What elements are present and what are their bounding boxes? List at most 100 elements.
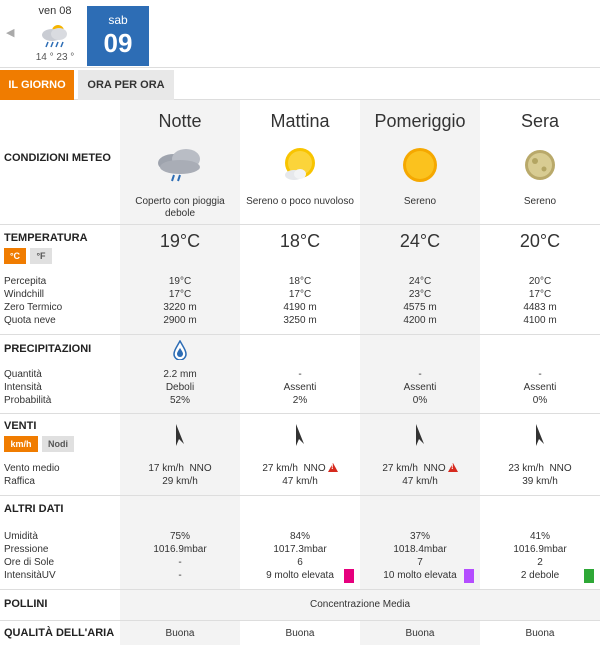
pressure-value: 1016.9mbar bbox=[513, 544, 567, 555]
pressure-value: 1017.3mbar bbox=[273, 544, 327, 555]
uv-value: 10 molto elevata bbox=[383, 570, 457, 581]
period-name: Sera bbox=[520, 111, 560, 131]
wind-avg-cell: 27 km/h NNO bbox=[240, 462, 360, 475]
label-uv: IntensitàUV bbox=[4, 570, 56, 581]
label-gust: Raffica bbox=[4, 476, 35, 487]
wind-avg-value: 27 km/h NNO bbox=[262, 463, 326, 474]
temp-value: 20°C bbox=[519, 231, 561, 251]
label-perceived: Percepita bbox=[4, 276, 47, 287]
unit-kmh-button[interactable]: km/h bbox=[4, 436, 38, 452]
prev-arrow-icon[interactable]: ◀ bbox=[6, 26, 18, 40]
zero-value: 4483 m bbox=[523, 302, 557, 313]
perceived-value: 20°C bbox=[528, 276, 552, 287]
moon-icon bbox=[480, 142, 600, 188]
label-wind-avg: Vento medio bbox=[4, 463, 60, 474]
wind-arrow-icon bbox=[480, 422, 600, 448]
condition-desc: Sereno o poco nuvoloso bbox=[246, 196, 354, 207]
perceived-value: 24°C bbox=[408, 276, 432, 287]
label-intensity: Intensità bbox=[4, 382, 42, 393]
intensity-value: Assenti bbox=[403, 382, 437, 393]
divider bbox=[0, 620, 600, 621]
sun-hours-value: - bbox=[178, 557, 182, 568]
sun-hours-value: 7 bbox=[417, 557, 423, 568]
unit-fahrenheit-button[interactable]: °F bbox=[30, 248, 52, 264]
intensity-value: Assenti bbox=[283, 382, 317, 393]
day-current-number: 09 bbox=[103, 28, 133, 58]
day-prev-label: ven 08 bbox=[38, 5, 72, 17]
sun-hours-value: 2 bbox=[537, 557, 543, 568]
label-qty: Quantità bbox=[4, 369, 42, 380]
zero-value: 4190 m bbox=[283, 302, 317, 313]
label-pollen: POLLINI bbox=[4, 598, 48, 610]
air-quality-value: Buona bbox=[525, 628, 555, 639]
uv-value: 2 debole bbox=[520, 570, 560, 581]
label-windchill: Windchill bbox=[4, 289, 45, 300]
label-sun-hours: Ore di Sole bbox=[4, 557, 55, 568]
wind-avg-value: 27 km/h NNO bbox=[382, 463, 446, 474]
intensity-value: Assenti bbox=[523, 382, 557, 393]
qty-value: - bbox=[538, 369, 542, 380]
snow-value: 2900 m bbox=[163, 315, 197, 326]
air-quality-value: Buona bbox=[285, 628, 315, 639]
label-humidity: Umidità bbox=[4, 531, 38, 542]
label-zero: Zero Termico bbox=[4, 302, 63, 313]
uv-value: - bbox=[178, 570, 182, 581]
intensity-value: Deboli bbox=[165, 382, 195, 393]
sun-hours-value: 6 bbox=[297, 557, 303, 568]
perceived-value: 19°C bbox=[168, 276, 192, 287]
temp-value: 18°C bbox=[279, 231, 321, 251]
label-other: ALTRI DATI bbox=[4, 503, 64, 515]
view-tabs: IL GIORNO ORA PER ORA bbox=[0, 70, 600, 100]
wind-avg-value: 23 km/h NNO bbox=[508, 463, 572, 474]
prob-value: 0% bbox=[532, 395, 548, 406]
day-prev-temps: 14 ° 23 ° bbox=[35, 52, 75, 63]
windchill-value: 17°C bbox=[528, 289, 552, 300]
zero-value: 4575 m bbox=[403, 302, 437, 313]
humidity-value: 84% bbox=[289, 531, 310, 542]
air-quality-value: Buona bbox=[165, 628, 195, 639]
period-name: Notte bbox=[158, 111, 202, 131]
qty-value: - bbox=[418, 369, 422, 380]
uv-value: 9 molto elevata bbox=[266, 570, 334, 581]
rain-cloud-icon bbox=[26, 18, 84, 52]
snow-value: 3250 m bbox=[283, 315, 317, 326]
divider bbox=[0, 413, 600, 414]
humidity-value: 41% bbox=[529, 531, 550, 542]
gust-value: 47 km/h bbox=[402, 476, 438, 487]
sun-cloud-icon bbox=[240, 142, 360, 188]
snow-value: 4100 m bbox=[523, 315, 557, 326]
humidity-value: 75% bbox=[169, 531, 190, 542]
warning-icon bbox=[447, 463, 458, 472]
gust-value: 39 km/h bbox=[522, 476, 558, 487]
prob-value: 0% bbox=[412, 395, 428, 406]
label-precip: PRECIPITAZIONI bbox=[4, 343, 92, 355]
label-air-quality: QUALITÀ DELL'ARIA bbox=[4, 627, 115, 639]
divider bbox=[0, 224, 600, 225]
label-conditions: CONDIZIONI METEO bbox=[4, 152, 111, 164]
day-prev[interactable]: ven 08 14 ° 23 ° bbox=[26, 4, 84, 66]
tab-day[interactable]: IL GIORNO bbox=[0, 70, 74, 100]
sun-icon bbox=[360, 142, 480, 188]
uv-color-swatch bbox=[584, 569, 594, 583]
period-name: Pomeriggio bbox=[374, 111, 466, 131]
condition-desc: Coperto con pioggia debole bbox=[135, 196, 225, 219]
divider bbox=[0, 495, 600, 496]
windchill-value: 23°C bbox=[408, 289, 432, 300]
qty-value: - bbox=[298, 369, 302, 380]
label-snow: Quota neve bbox=[4, 315, 56, 326]
uv-color-swatch bbox=[344, 569, 354, 583]
prob-value: 52% bbox=[169, 395, 190, 406]
temp-value: 19°C bbox=[159, 231, 201, 251]
warning-icon bbox=[327, 463, 338, 472]
tab-hourly[interactable]: ORA PER ORA bbox=[78, 70, 174, 100]
snow-value: 4200 m bbox=[403, 315, 437, 326]
condition-desc: Sereno bbox=[523, 196, 557, 207]
pressure-value: 1016.9mbar bbox=[153, 544, 207, 555]
wind-avg-cell: 27 km/h NNO bbox=[360, 462, 480, 475]
pollen-value: Concentrazione Media bbox=[120, 590, 600, 620]
zero-value: 3220 m bbox=[163, 302, 197, 313]
unit-knots-button[interactable]: Nodi bbox=[42, 436, 74, 452]
day-current[interactable]: sab 09 bbox=[87, 6, 149, 66]
unit-celsius-button[interactable]: °C bbox=[4, 248, 26, 264]
drop-icon bbox=[120, 340, 240, 360]
